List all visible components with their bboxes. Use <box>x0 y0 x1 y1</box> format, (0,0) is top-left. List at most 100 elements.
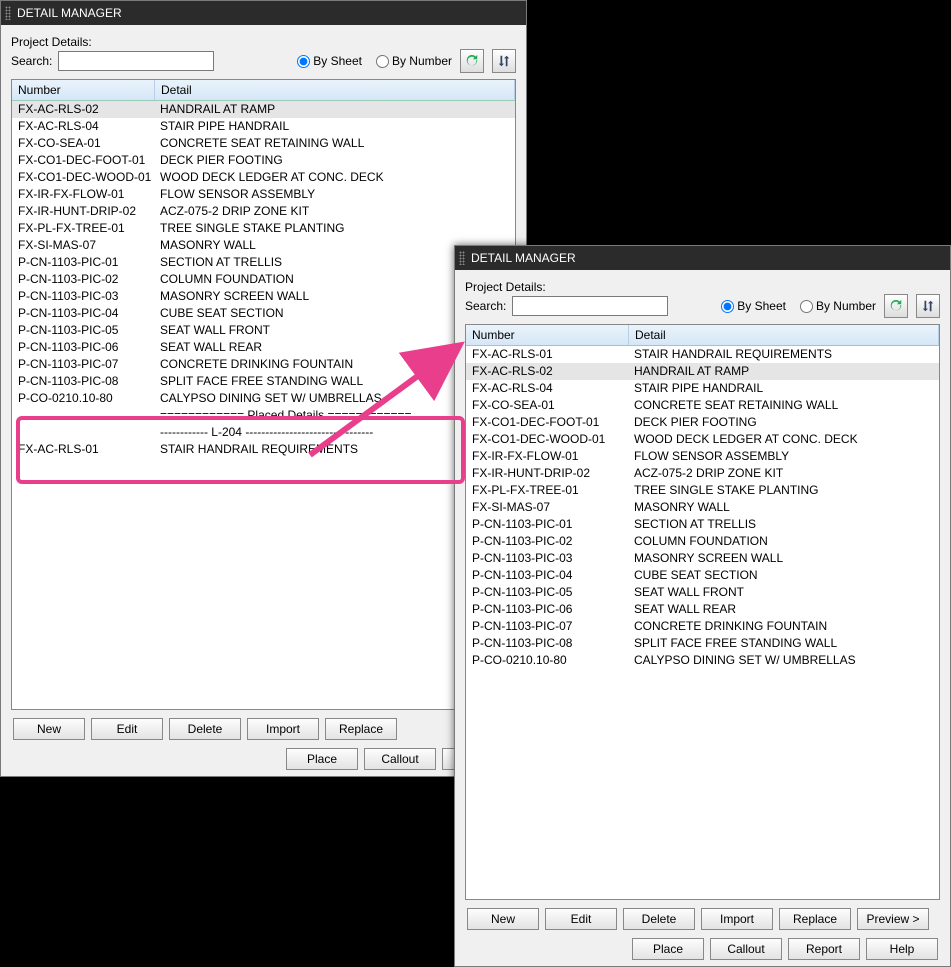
details-list[interactable]: Number Detail FX-AC-RLS-02HANDRAIL AT RA… <box>11 79 516 710</box>
cell-detail: HANDRAIL AT RAMP <box>628 363 939 380</box>
cell-detail: STAIR PIPE HANDRAIL <box>154 118 515 135</box>
list-item[interactable]: FX-AC-RLS-02HANDRAIL AT RAMP <box>466 363 939 380</box>
list-item[interactable]: P-CN-1103-PIC-03MASONRY SCREEN WALL <box>12 288 515 305</box>
list-item[interactable]: P-CN-1103-PIC-02COLUMN FOUNDATION <box>466 533 939 550</box>
cell-number: P-CN-1103-PIC-08 <box>12 373 154 390</box>
list-item[interactable]: FX-SI-MAS-07MASONRY WALL <box>466 499 939 516</box>
by-sheet-radio[interactable]: By Sheet <box>721 299 786 313</box>
list-item[interactable]: P-CN-1103-PIC-01SECTION AT TRELLIS <box>466 516 939 533</box>
list-item[interactable]: P-CN-1103-PIC-05SEAT WALL FRONT <box>12 322 515 339</box>
list-header[interactable]: Number Detail <box>466 325 939 346</box>
list-item[interactable]: FX-IR-HUNT-DRIP-02ACZ-075-2 DRIP ZONE KI… <box>12 203 515 220</box>
col-detail[interactable]: Detail <box>155 80 515 100</box>
delete-button[interactable]: Delete <box>623 908 695 930</box>
list-item[interactable]: P-CN-1103-PIC-02COLUMN FOUNDATION <box>12 271 515 288</box>
list-item[interactable]: FX-IR-HUNT-DRIP-02ACZ-075-2 DRIP ZONE KI… <box>466 465 939 482</box>
import-button[interactable]: Import <box>701 908 773 930</box>
edit-button[interactable]: Edit <box>545 908 617 930</box>
place-button[interactable]: Place <box>632 938 704 960</box>
help-button[interactable]: Help <box>866 938 938 960</box>
cell-number: P-CN-1103-PIC-01 <box>12 254 154 271</box>
callout-button[interactable]: Callout <box>710 938 782 960</box>
cell-detail: MASONRY WALL <box>628 499 939 516</box>
list-item[interactable]: FX-CO-SEA-01CONCRETE SEAT RETAINING WALL <box>466 397 939 414</box>
cell-number: P-CN-1103-PIC-05 <box>466 584 628 601</box>
list-item[interactable]: P-CO-0210.10-80CALYPSO DINING SET W/ UMB… <box>466 652 939 669</box>
list-item[interactable]: P-CN-1103-PIC-06SEAT WALL REAR <box>12 339 515 356</box>
col-number[interactable]: Number <box>466 325 629 345</box>
list-item[interactable]: FX-CO1-DEC-WOOD-01WOOD DECK LEDGER AT CO… <box>12 169 515 186</box>
delete-button[interactable]: Delete <box>169 718 241 740</box>
list-item[interactable]: P-CN-1103-PIC-04CUBE SEAT SECTION <box>12 305 515 322</box>
new-button[interactable]: New <box>467 908 539 930</box>
refresh-icon[interactable] <box>884 294 908 318</box>
list-item[interactable]: FX-PL-FX-TREE-01TREE SINGLE STAKE PLANTI… <box>12 220 515 237</box>
cell-number: FX-CO1-DEC-WOOD-01 <box>12 169 154 186</box>
cell-number: P-CN-1103-PIC-07 <box>12 356 154 373</box>
sort-icon[interactable] <box>492 49 516 73</box>
replace-button[interactable]: Replace <box>325 718 397 740</box>
new-button[interactable]: New <box>13 718 85 740</box>
cell-number: P-CN-1103-PIC-03 <box>466 550 628 567</box>
list-item[interactable]: P-CN-1103-PIC-07CONCRETE DRINKING FOUNTA… <box>466 618 939 635</box>
col-detail[interactable]: Detail <box>629 325 939 345</box>
cell-detail: WOOD DECK LEDGER AT CONC. DECK <box>628 431 939 448</box>
callout-button[interactable]: Callout <box>364 748 436 770</box>
cell-number: FX-CO-SEA-01 <box>12 135 154 152</box>
cell-detail: DECK PIER FOOTING <box>154 152 515 169</box>
replace-button[interactable]: Replace <box>779 908 851 930</box>
by-number-radio[interactable]: By Number <box>800 299 876 313</box>
list-item[interactable]: P-CN-1103-PIC-06SEAT WALL REAR <box>466 601 939 618</box>
cell-number: FX-CO1-DEC-FOOT-01 <box>466 414 628 431</box>
list-item[interactable]: FX-CO-SEA-01CONCRETE SEAT RETAINING WALL <box>12 135 515 152</box>
detail-manager-window-left: DETAIL MANAGER Project Details: Search: … <box>0 0 527 777</box>
refresh-icon[interactable] <box>460 49 484 73</box>
cell-detail: CUBE SEAT SECTION <box>628 567 939 584</box>
by-sheet-radio[interactable]: By Sheet <box>297 54 362 68</box>
list-item[interactable]: FX-AC-RLS-04STAIR PIPE HANDRAIL <box>466 380 939 397</box>
list-item[interactable]: FX-AC-RLS-04STAIR PIPE HANDRAIL <box>12 118 515 135</box>
place-button[interactable]: Place <box>286 748 358 770</box>
import-button[interactable]: Import <box>247 718 319 740</box>
report-button[interactable]: Report <box>788 938 860 960</box>
search-label: Search: <box>11 54 52 68</box>
list-item[interactable]: FX-AC-RLS-01STAIR HANDRAIL REQUIREMENTS <box>12 441 515 458</box>
titlebar[interactable]: DETAIL MANAGER <box>1 1 526 25</box>
search-input[interactable] <box>512 296 668 316</box>
list-item[interactable]: P-CN-1103-PIC-04CUBE SEAT SECTION <box>466 567 939 584</box>
col-number[interactable]: Number <box>12 80 155 100</box>
cell-number: P-CN-1103-PIC-07 <box>466 618 628 635</box>
cell-number: P-CN-1103-PIC-05 <box>12 322 154 339</box>
list-item[interactable]: FX-AC-RLS-02HANDRAIL AT RAMP <box>12 101 515 118</box>
cell-detail: ACZ-075-2 DRIP ZONE KIT <box>154 203 515 220</box>
list-item[interactable]: FX-IR-FX-FLOW-01FLOW SENSOR ASSEMBLY <box>466 448 939 465</box>
preview-button[interactable]: Preview > <box>857 908 929 930</box>
list-item[interactable]: FX-PL-FX-TREE-01TREE SINGLE STAKE PLANTI… <box>466 482 939 499</box>
list-item[interactable]: P-CN-1103-PIC-07CONCRETE DRINKING FOUNTA… <box>12 356 515 373</box>
detail-manager-window-right: DETAIL MANAGER Project Details: Search: … <box>454 245 951 967</box>
cell-detail: SPLIT FACE FREE STANDING WALL <box>628 635 939 652</box>
list-item[interactable]: P-CN-1103-PIC-01SECTION AT TRELLIS <box>12 254 515 271</box>
edit-button[interactable]: Edit <box>91 718 163 740</box>
list-item[interactable]: FX-CO1-DEC-FOOT-01DECK PIER FOOTING <box>466 414 939 431</box>
list-item[interactable]: FX-CO1-DEC-FOOT-01DECK PIER FOOTING <box>12 152 515 169</box>
titlebar[interactable]: DETAIL MANAGER <box>455 246 950 270</box>
list-item[interactable]: FX-CO1-DEC-WOOD-01WOOD DECK LEDGER AT CO… <box>466 431 939 448</box>
cell-number: P-CN-1103-PIC-06 <box>12 339 154 356</box>
list-item[interactable]: P-CN-1103-PIC-08SPLIT FACE FREE STANDING… <box>466 635 939 652</box>
list-item[interactable]: P-CN-1103-PIC-05SEAT WALL FRONT <box>466 584 939 601</box>
sort-icon[interactable] <box>916 294 940 318</box>
list-item[interactable]: FX-SI-MAS-07MASONRY WALL <box>12 237 515 254</box>
list-item[interactable]: P-CN-1103-PIC-08SPLIT FACE FREE STANDING… <box>12 373 515 390</box>
details-list[interactable]: Number Detail FX-AC-RLS-01STAIR HANDRAIL… <box>465 324 940 900</box>
cell-number: FX-IR-HUNT-DRIP-02 <box>12 203 154 220</box>
list-item[interactable]: FX-IR-FX-FLOW-01FLOW SENSOR ASSEMBLY <box>12 186 515 203</box>
search-input[interactable] <box>58 51 214 71</box>
list-header[interactable]: Number Detail <box>12 80 515 101</box>
cell-detail: HANDRAIL AT RAMP <box>154 101 515 118</box>
list-item[interactable]: P-CO-0210.10-80CALYPSO DINING SET W/ UMB… <box>12 390 515 407</box>
by-number-radio[interactable]: By Number <box>376 54 452 68</box>
list-item[interactable]: FX-AC-RLS-01STAIR HANDRAIL REQUIREMENTS <box>466 346 939 363</box>
cell-detail: DECK PIER FOOTING <box>628 414 939 431</box>
list-item[interactable]: P-CN-1103-PIC-03MASONRY SCREEN WALL <box>466 550 939 567</box>
